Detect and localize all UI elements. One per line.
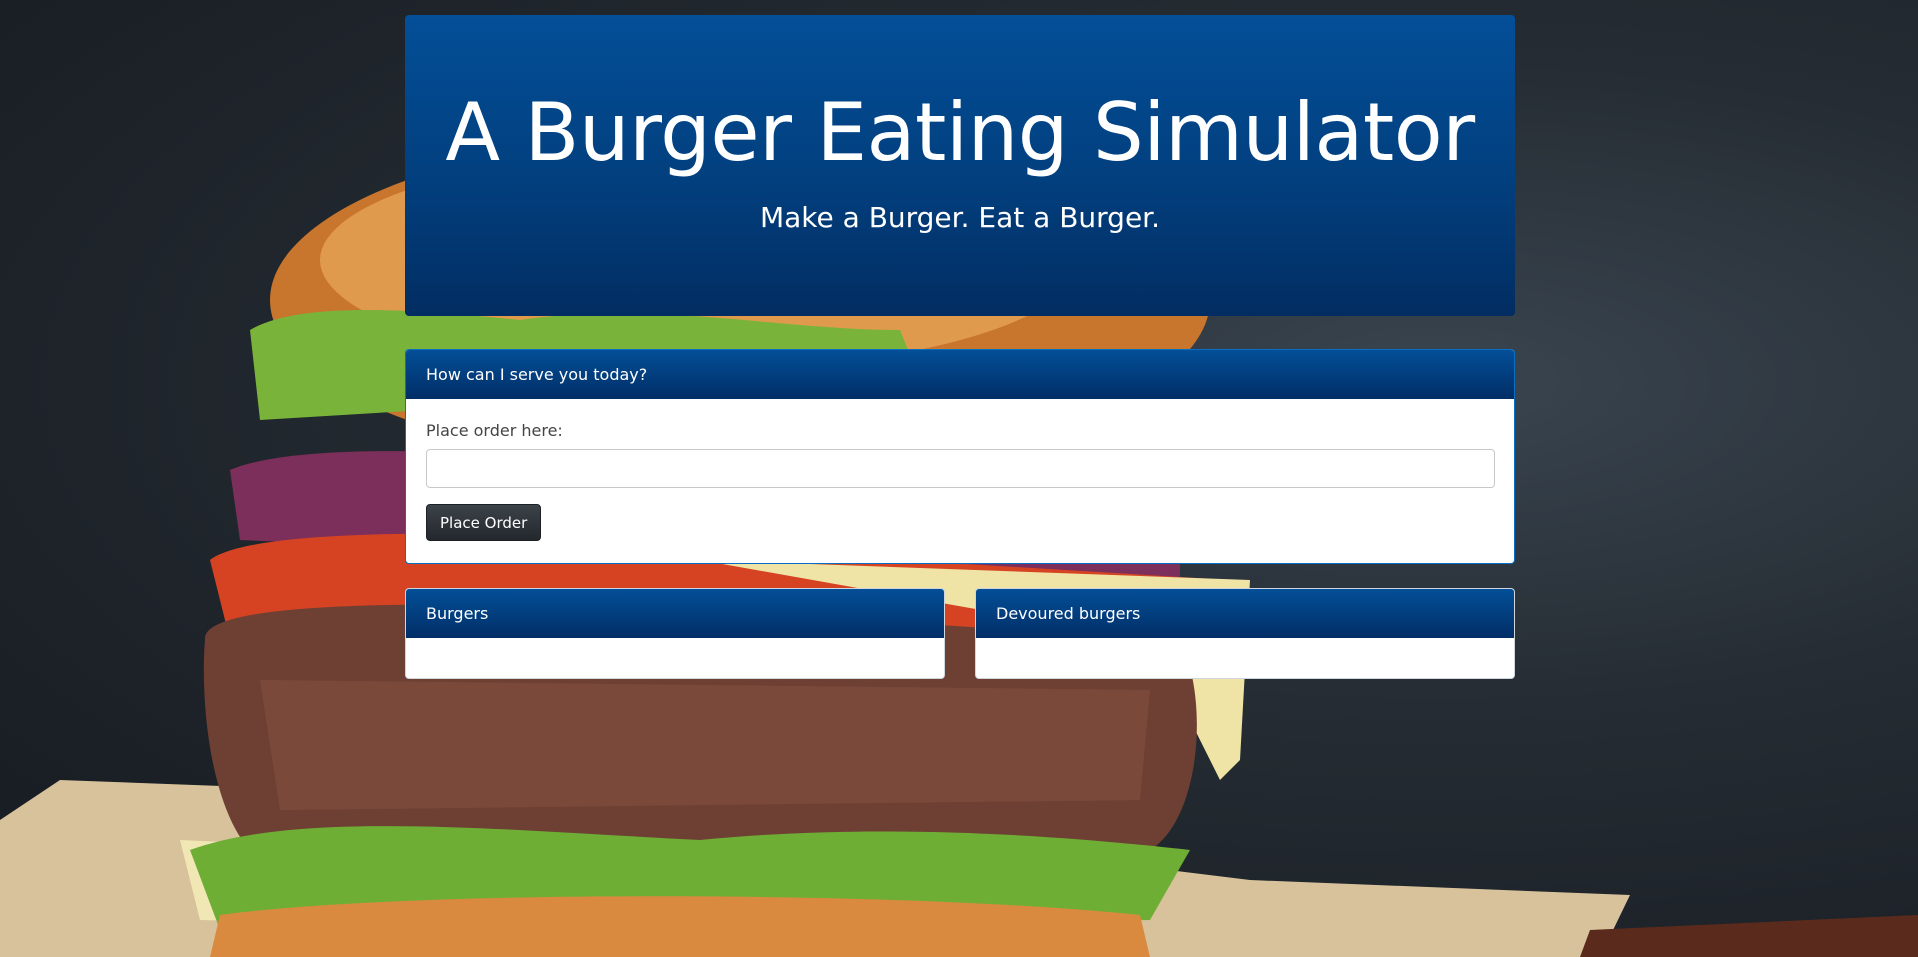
page: A Burger Eating Simulator Make a Burger.… [0,0,1918,957]
header-banner: A Burger Eating Simulator Make a Burger.… [405,15,1515,316]
burgers-card-header: Burgers [406,589,944,638]
page-title: A Burger Eating Simulator [445,86,1475,179]
burgers-list [406,638,944,678]
order-input[interactable] [426,449,1495,488]
devoured-card: Devoured burgers [975,588,1515,679]
order-card: How can I serve you today? Place order h… [405,349,1515,564]
order-form: Place order here: Place Order [406,399,1514,541]
burgers-card: Burgers [405,588,945,679]
order-card-header: How can I serve you today? [406,350,1514,399]
order-label: Place order here: [426,421,563,440]
main-container: A Burger Eating Simulator Make a Burger.… [405,15,1515,679]
place-order-button[interactable]: Place Order [426,504,542,541]
devoured-list [976,638,1514,678]
devoured-card-header: Devoured burgers [976,589,1514,638]
page-subtitle: Make a Burger. Eat a Burger. [759,201,1161,234]
